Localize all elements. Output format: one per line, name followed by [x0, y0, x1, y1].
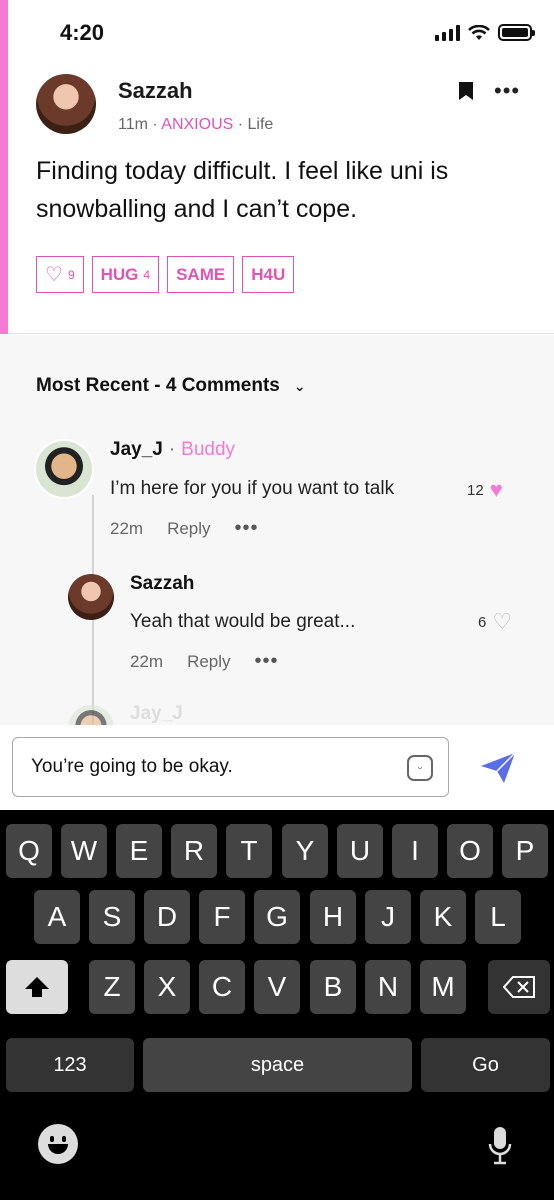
key-r[interactable]: R	[171, 824, 217, 878]
key-a[interactable]: A	[34, 890, 80, 944]
key-s[interactable]: S	[89, 890, 135, 944]
heart-count: 9	[67, 267, 75, 282]
key-q[interactable]: Q	[6, 824, 52, 878]
key-l[interactable]: L	[475, 890, 521, 944]
author-avatar[interactable]	[36, 74, 96, 134]
comment-like-button[interactable]: 6 ♡	[478, 609, 512, 635]
comment-author[interactable]: Jay_J · Buddy	[110, 439, 235, 461]
commenter-avatar[interactable]	[68, 705, 114, 725]
heart-outline-icon: ♡	[492, 609, 513, 634]
post-card: Sazzah 11m · ANXIOUS · Life ••• Finding …	[0, 0, 554, 334]
comment-meta: 22m Reply •••	[130, 650, 279, 673]
key-i[interactable]: I	[392, 824, 438, 878]
battery-icon	[498, 24, 535, 41]
comment-more-icon[interactable]: •••	[235, 517, 259, 540]
comment-like-count: 6	[478, 613, 487, 631]
comment-like-count: 12	[467, 481, 484, 499]
key-x[interactable]: X	[144, 960, 190, 1014]
comment-time: 22m	[110, 518, 144, 538]
signal-icon	[435, 24, 460, 41]
go-key[interactable]: Go	[421, 1038, 550, 1092]
sticker-icon[interactable]: ᵕ	[407, 755, 433, 781]
backspace-key[interactable]	[488, 960, 550, 1014]
key-o[interactable]: O	[447, 824, 493, 878]
status-bar: 4:20	[0, 0, 554, 66]
key-h[interactable]: H	[310, 890, 356, 944]
comment-author[interactable]: Jay_J	[130, 703, 183, 725]
post-meta: 11m · ANXIOUS · Life	[118, 116, 274, 133]
comment-more-icon[interactable]: •••	[255, 650, 279, 673]
hug-count: 4	[143, 267, 151, 282]
post-category[interactable]: Life	[248, 116, 274, 133]
heart-icon: ♡	[45, 263, 63, 286]
key-g[interactable]: G	[254, 890, 300, 944]
key-c[interactable]: C	[199, 960, 245, 1014]
reply-button[interactable]: Reply	[187, 652, 230, 672]
key-n[interactable]: N	[365, 960, 411, 1014]
status-time: 4:20	[60, 20, 105, 45]
key-p[interactable]: P	[502, 824, 548, 878]
key-v[interactable]: V	[254, 960, 300, 1014]
heart-reaction-button[interactable]: ♡ 9	[36, 256, 84, 293]
comment-time: 22m	[130, 651, 164, 671]
shift-icon	[25, 977, 49, 997]
comment-author-name: Jay_J	[110, 439, 163, 460]
comments-header: Most Recent - 4 Comments	[36, 375, 280, 396]
more-options-icon[interactable]: •••	[494, 78, 520, 104]
key-m[interactable]: M	[420, 960, 466, 1014]
microphone-icon[interactable]	[488, 1126, 512, 1166]
comment-text: I’m here for you if you want to talk	[110, 478, 395, 499]
key-u[interactable]: U	[337, 824, 383, 878]
commenter-avatar[interactable]	[68, 574, 114, 620]
emoji-icon[interactable]	[38, 1124, 78, 1164]
comment-meta: 22m Reply •••	[110, 517, 259, 540]
status-icons	[435, 24, 535, 41]
shift-key[interactable]	[6, 960, 68, 1014]
key-t[interactable]: T	[226, 824, 272, 878]
hug-reaction-button[interactable]: HUG 4	[91, 256, 160, 293]
key-z[interactable]: Z	[89, 960, 135, 1014]
keyboard: Q W E R T Y U I O P A S D F G H J K L Z …	[0, 810, 554, 1200]
post-mood[interactable]: ANXIOUS	[161, 116, 233, 133]
comment-input[interactable]: You’re going to be okay.	[12, 737, 449, 797]
comment-composer: You’re going to be okay. ᵕ	[0, 725, 554, 810]
reply-button[interactable]: Reply	[167, 519, 210, 539]
same-reaction-button[interactable]: SAME	[167, 256, 235, 293]
commenter-avatar[interactable]	[34, 439, 94, 499]
backspace-icon	[503, 976, 535, 998]
key-d[interactable]: D	[144, 890, 190, 944]
h4u-label: H4U	[251, 264, 286, 284]
post-text: Finding today difficult. I feel like uni…	[36, 157, 449, 223]
reaction-bar: ♡ 9 HUG 4 SAME H4U	[36, 256, 295, 293]
chevron-down-icon: ⌄	[293, 377, 306, 394]
send-icon[interactable]	[480, 752, 516, 784]
comments-sort-dropdown[interactable]: Most Recent - 4 Comments ⌄	[36, 375, 306, 397]
key-e[interactable]: E	[116, 824, 162, 878]
post-accent-bar	[0, 0, 8, 334]
comments-section: Most Recent - 4 Comments ⌄ Jay_J · Buddy I…	[0, 335, 554, 725]
comment-author[interactable]: Sazzah	[130, 573, 194, 595]
wifi-icon	[468, 24, 490, 40]
key-y[interactable]: Y	[282, 824, 328, 878]
bookmark-icon[interactable]	[459, 82, 473, 100]
same-label: SAME	[176, 264, 226, 284]
key-f[interactable]: F	[199, 890, 245, 944]
h4u-reaction-button[interactable]: H4U	[242, 256, 295, 293]
heart-filled-icon: ♥	[489, 477, 503, 502]
key-b[interactable]: B	[310, 960, 356, 1014]
post-time: 11m	[118, 116, 148, 133]
key-j[interactable]: J	[365, 890, 411, 944]
hug-label: HUG	[100, 264, 139, 284]
key-w[interactable]: W	[61, 824, 107, 878]
key-k[interactable]: K	[420, 890, 466, 944]
buddy-badge: Buddy	[181, 439, 236, 460]
comment-like-button[interactable]: 12 ♥	[467, 477, 503, 503]
comment-text: Yeah that would be great...	[130, 611, 356, 632]
numbers-key[interactable]: 123	[6, 1038, 134, 1092]
post-author[interactable]: Sazzah	[118, 78, 193, 104]
space-key[interactable]: space	[143, 1038, 412, 1092]
